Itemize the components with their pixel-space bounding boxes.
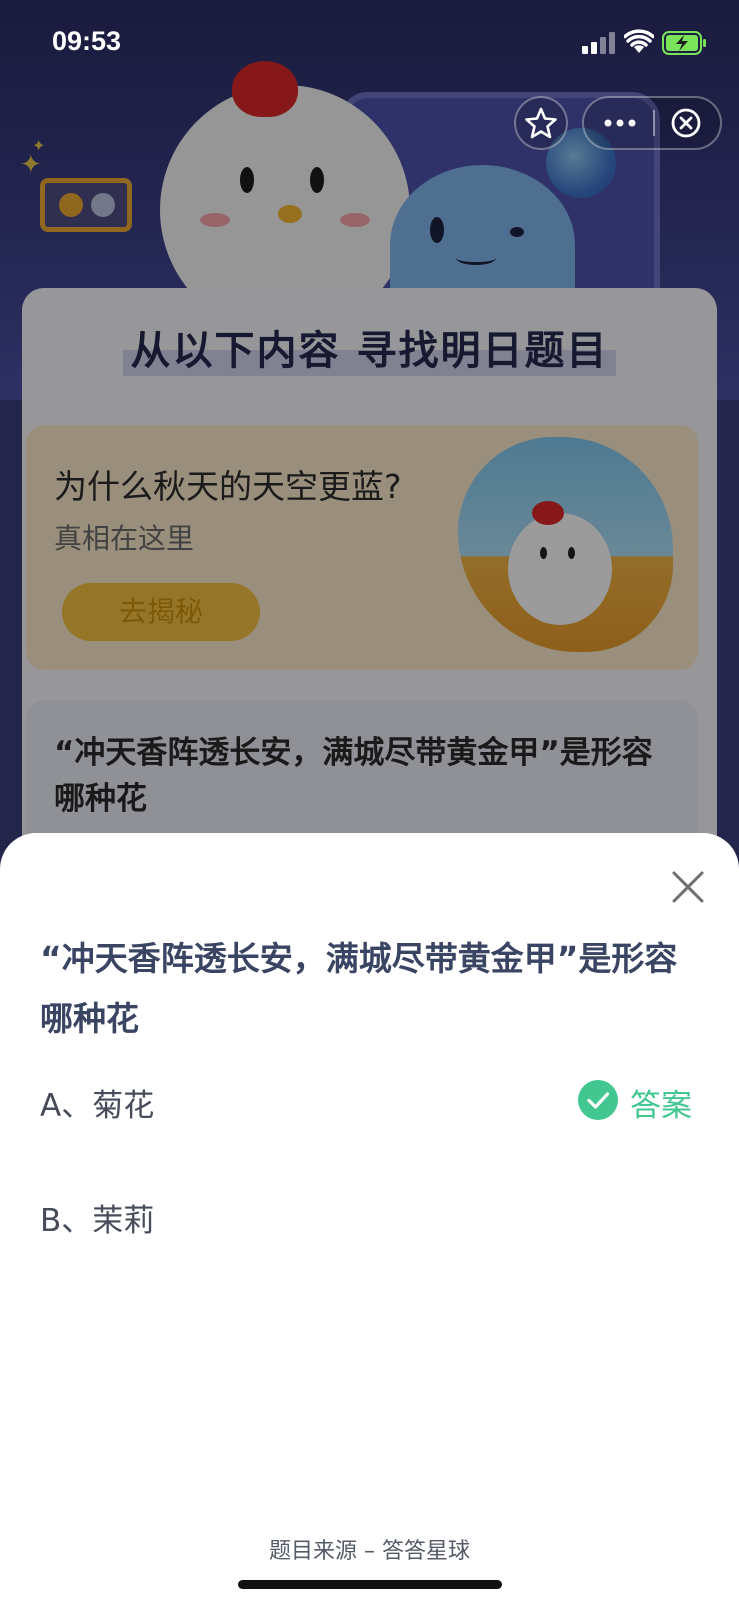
home-indicator[interactable]: [238, 1580, 502, 1589]
option-a[interactable]: A、菊花 答案: [0, 1070, 739, 1130]
mini-program-capsule: [582, 96, 722, 150]
star-outline-icon: [525, 107, 557, 139]
answer-label: 答案: [630, 1088, 692, 1124]
option-label: B、茉莉: [40, 1203, 155, 1239]
more-button[interactable]: [584, 98, 654, 148]
cellular-signal-icon: [582, 32, 618, 54]
option-b[interactable]: B、茉莉: [0, 1185, 739, 1245]
close-circle-icon: [671, 108, 701, 138]
sheet-close-button[interactable]: [668, 867, 708, 907]
status-time: 09:53: [52, 26, 122, 56]
wifi-icon: [624, 29, 654, 53]
exit-button[interactable]: [654, 98, 720, 148]
battery-charging-icon: [662, 31, 706, 55]
close-icon: [672, 871, 704, 903]
more-dots-icon: [604, 119, 636, 127]
favorite-button[interactable]: [514, 96, 568, 150]
sheet-question: “冲天香阵透长安，满城尽带黄金甲”是形容哪种花: [40, 939, 678, 1038]
answer-sheet: “冲天香阵透长安，满城尽带黄金甲”是形容哪种花 A、菊花 答案 B、茉莉 题目来…: [0, 833, 739, 1600]
option-label: A、菊花: [40, 1088, 155, 1124]
check-circle-icon: [578, 1080, 618, 1120]
status-bar: 09:53: [0, 0, 739, 90]
question-source: 题目来源 – 答答星球: [269, 1539, 470, 1564]
